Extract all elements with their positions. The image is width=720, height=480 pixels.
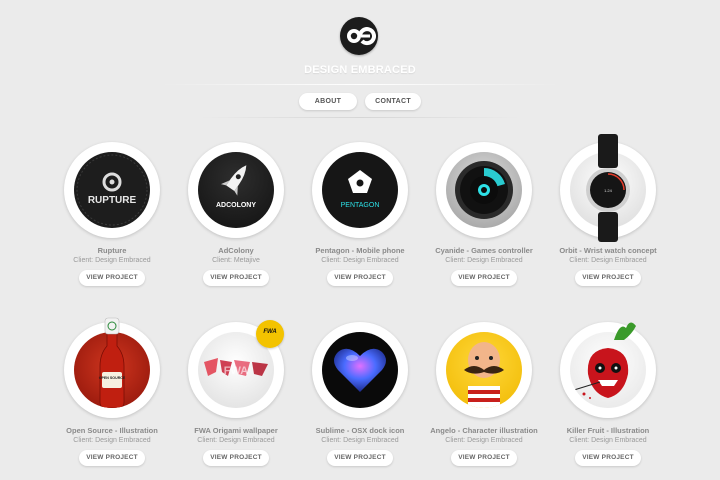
logo-mark-icon: [347, 27, 376, 46]
view-project-button[interactable]: VIEW PROJECT: [327, 270, 393, 286]
project-client: Client: Design Embraced: [445, 437, 523, 444]
cyanide-artwork: [455, 161, 513, 219]
sublime-artwork: [334, 348, 386, 392]
strawberry-leaves-icon: [614, 322, 636, 340]
project-card-sublime: Sublime - OSX dock icon Client: Design E…: [298, 322, 422, 472]
adcolony-artwork: ADCOLONY: [216, 165, 256, 209]
pentagon-art-label: PENTAGON: [341, 202, 380, 209]
open-source-thumbnail[interactable]: OPEN SOURCE: [74, 332, 150, 408]
project-card-open-source: OPEN SOURCE Open Source - Illustration C…: [50, 317, 174, 472]
view-project-button[interactable]: VIEW PROJECT: [203, 270, 269, 286]
project-card-fwa: FWA FWA FWA Origami wallpaper Client: De…: [174, 320, 298, 472]
open-source-art-label: OPEN SOURCE: [99, 376, 126, 380]
rupture-thumbnail[interactable]: RUPTURE: [74, 152, 150, 228]
project-card-killer-fruit: Killer Fruit - Illustration Client: Desi…: [546, 322, 670, 472]
angelo-artwork: [464, 342, 504, 408]
project-client: Client: Design Embraced: [445, 257, 523, 264]
view-project-button[interactable]: VIEW PROJECT: [79, 450, 145, 466]
project-client: Client: Design Embraced: [197, 437, 275, 444]
project-client: Client: Design Embraced: [73, 437, 151, 444]
project-title: Sublime - OSX dock icon: [315, 426, 405, 435]
project-client: Client: Design Embraced: [73, 257, 151, 264]
project-thumbnail-frame[interactable]: [436, 142, 532, 238]
about-button[interactable]: ABOUT: [299, 93, 357, 110]
angelo-thumbnail[interactable]: [446, 332, 522, 408]
project-client: Client: Design Embraced: [569, 257, 647, 264]
project-card-pentagon: PENTAGON Pentagon - Mobile phone Client:…: [298, 142, 422, 292]
view-project-button[interactable]: VIEW PROJECT: [327, 450, 393, 466]
adcolony-thumbnail[interactable]: ADCOLONY: [198, 152, 274, 228]
brand-name: DESIGN EMBRACED: [304, 64, 416, 76]
project-card-orbit: 1.24 Orbit - Wrist watch concept Client:…: [546, 134, 670, 292]
site-header: DESIGN EMBRACED ABOUT CONTACT: [0, 0, 720, 125]
design-embraced-logo[interactable]: [340, 17, 378, 55]
contact-button[interactable]: CONTACT: [365, 93, 421, 110]
pentagon-thumbnail[interactable]: PENTAGON: [322, 152, 398, 228]
project-title: Killer Fruit - Illustration: [566, 426, 650, 435]
project-title: Orbit - Wrist watch concept: [559, 246, 657, 255]
ketchup-cap-icon: [104, 317, 120, 335]
cyanide-thumbnail[interactable]: [446, 152, 522, 228]
project-title: Cyanide - Games controller: [435, 246, 533, 255]
open-source-artwork: OPEN SOURCE: [99, 333, 126, 408]
killer-fruit-thumbnail[interactable]: [570, 332, 646, 408]
project-thumbnail-frame[interactable]: [560, 322, 656, 418]
view-project-button[interactable]: VIEW PROJECT: [79, 270, 145, 286]
rupture-art-label: RUPTURE: [88, 195, 137, 206]
project-title: AdColony: [218, 246, 254, 255]
project-card-cyanide: Cyanide - Games controller Client: Desig…: [422, 142, 546, 292]
project-thumbnail-frame[interactable]: PENTAGON: [312, 142, 408, 238]
adcolony-art-label: ADCOLONY: [216, 202, 256, 209]
view-project-button[interactable]: VIEW PROJECT: [451, 450, 517, 466]
killer-fruit-artwork: [573, 348, 629, 399]
fwa-badge-label: FWA: [263, 329, 277, 335]
project-client: Client: Design Embraced: [321, 437, 399, 444]
header-divider: [160, 84, 560, 85]
fwa-award-badge: FWA: [256, 320, 284, 348]
project-card-angelo: Angelo - Character illustration Client: …: [422, 322, 546, 472]
fwa-art-label: FWA: [224, 365, 248, 377]
project-thumbnail-frame[interactable]: [312, 322, 408, 418]
project-thumbnail-frame[interactable]: [436, 322, 532, 418]
project-title: Rupture: [97, 246, 127, 255]
project-card-adcolony: ADCOLONY AdColony Client: Metajive VIEW …: [174, 142, 298, 292]
view-project-button[interactable]: VIEW PROJECT: [203, 450, 269, 466]
sublime-thumbnail[interactable]: [322, 332, 398, 408]
project-client: Client: Metajive: [212, 257, 260, 264]
watch-strap-icon: [598, 134, 618, 242]
project-title: Angelo - Character illustration: [430, 426, 538, 435]
rupture-artwork: RUPTURE: [76, 154, 148, 226]
view-project-button[interactable]: VIEW PROJECT: [575, 270, 641, 286]
project-thumbnail-frame[interactable]: RUPTURE: [64, 142, 160, 238]
project-title: FWA Origami wallpaper: [194, 426, 278, 435]
view-project-button[interactable]: VIEW PROJECT: [451, 270, 517, 286]
project-thumbnail-frame[interactable]: ADCOLONY: [188, 142, 284, 238]
project-title: Open Source - Illustration: [66, 426, 158, 435]
project-title: Pentagon - Mobile phone: [315, 246, 405, 255]
view-project-button[interactable]: VIEW PROJECT: [575, 450, 641, 466]
project-client: Client: Design Embraced: [321, 257, 399, 264]
project-card-rupture: RUPTURE Rupture Client: Design Embraced …: [50, 142, 174, 292]
nav-divider: [200, 117, 520, 118]
project-client: Client: Design Embraced: [569, 437, 647, 444]
pentagon-artwork: PENTAGON: [341, 170, 380, 209]
